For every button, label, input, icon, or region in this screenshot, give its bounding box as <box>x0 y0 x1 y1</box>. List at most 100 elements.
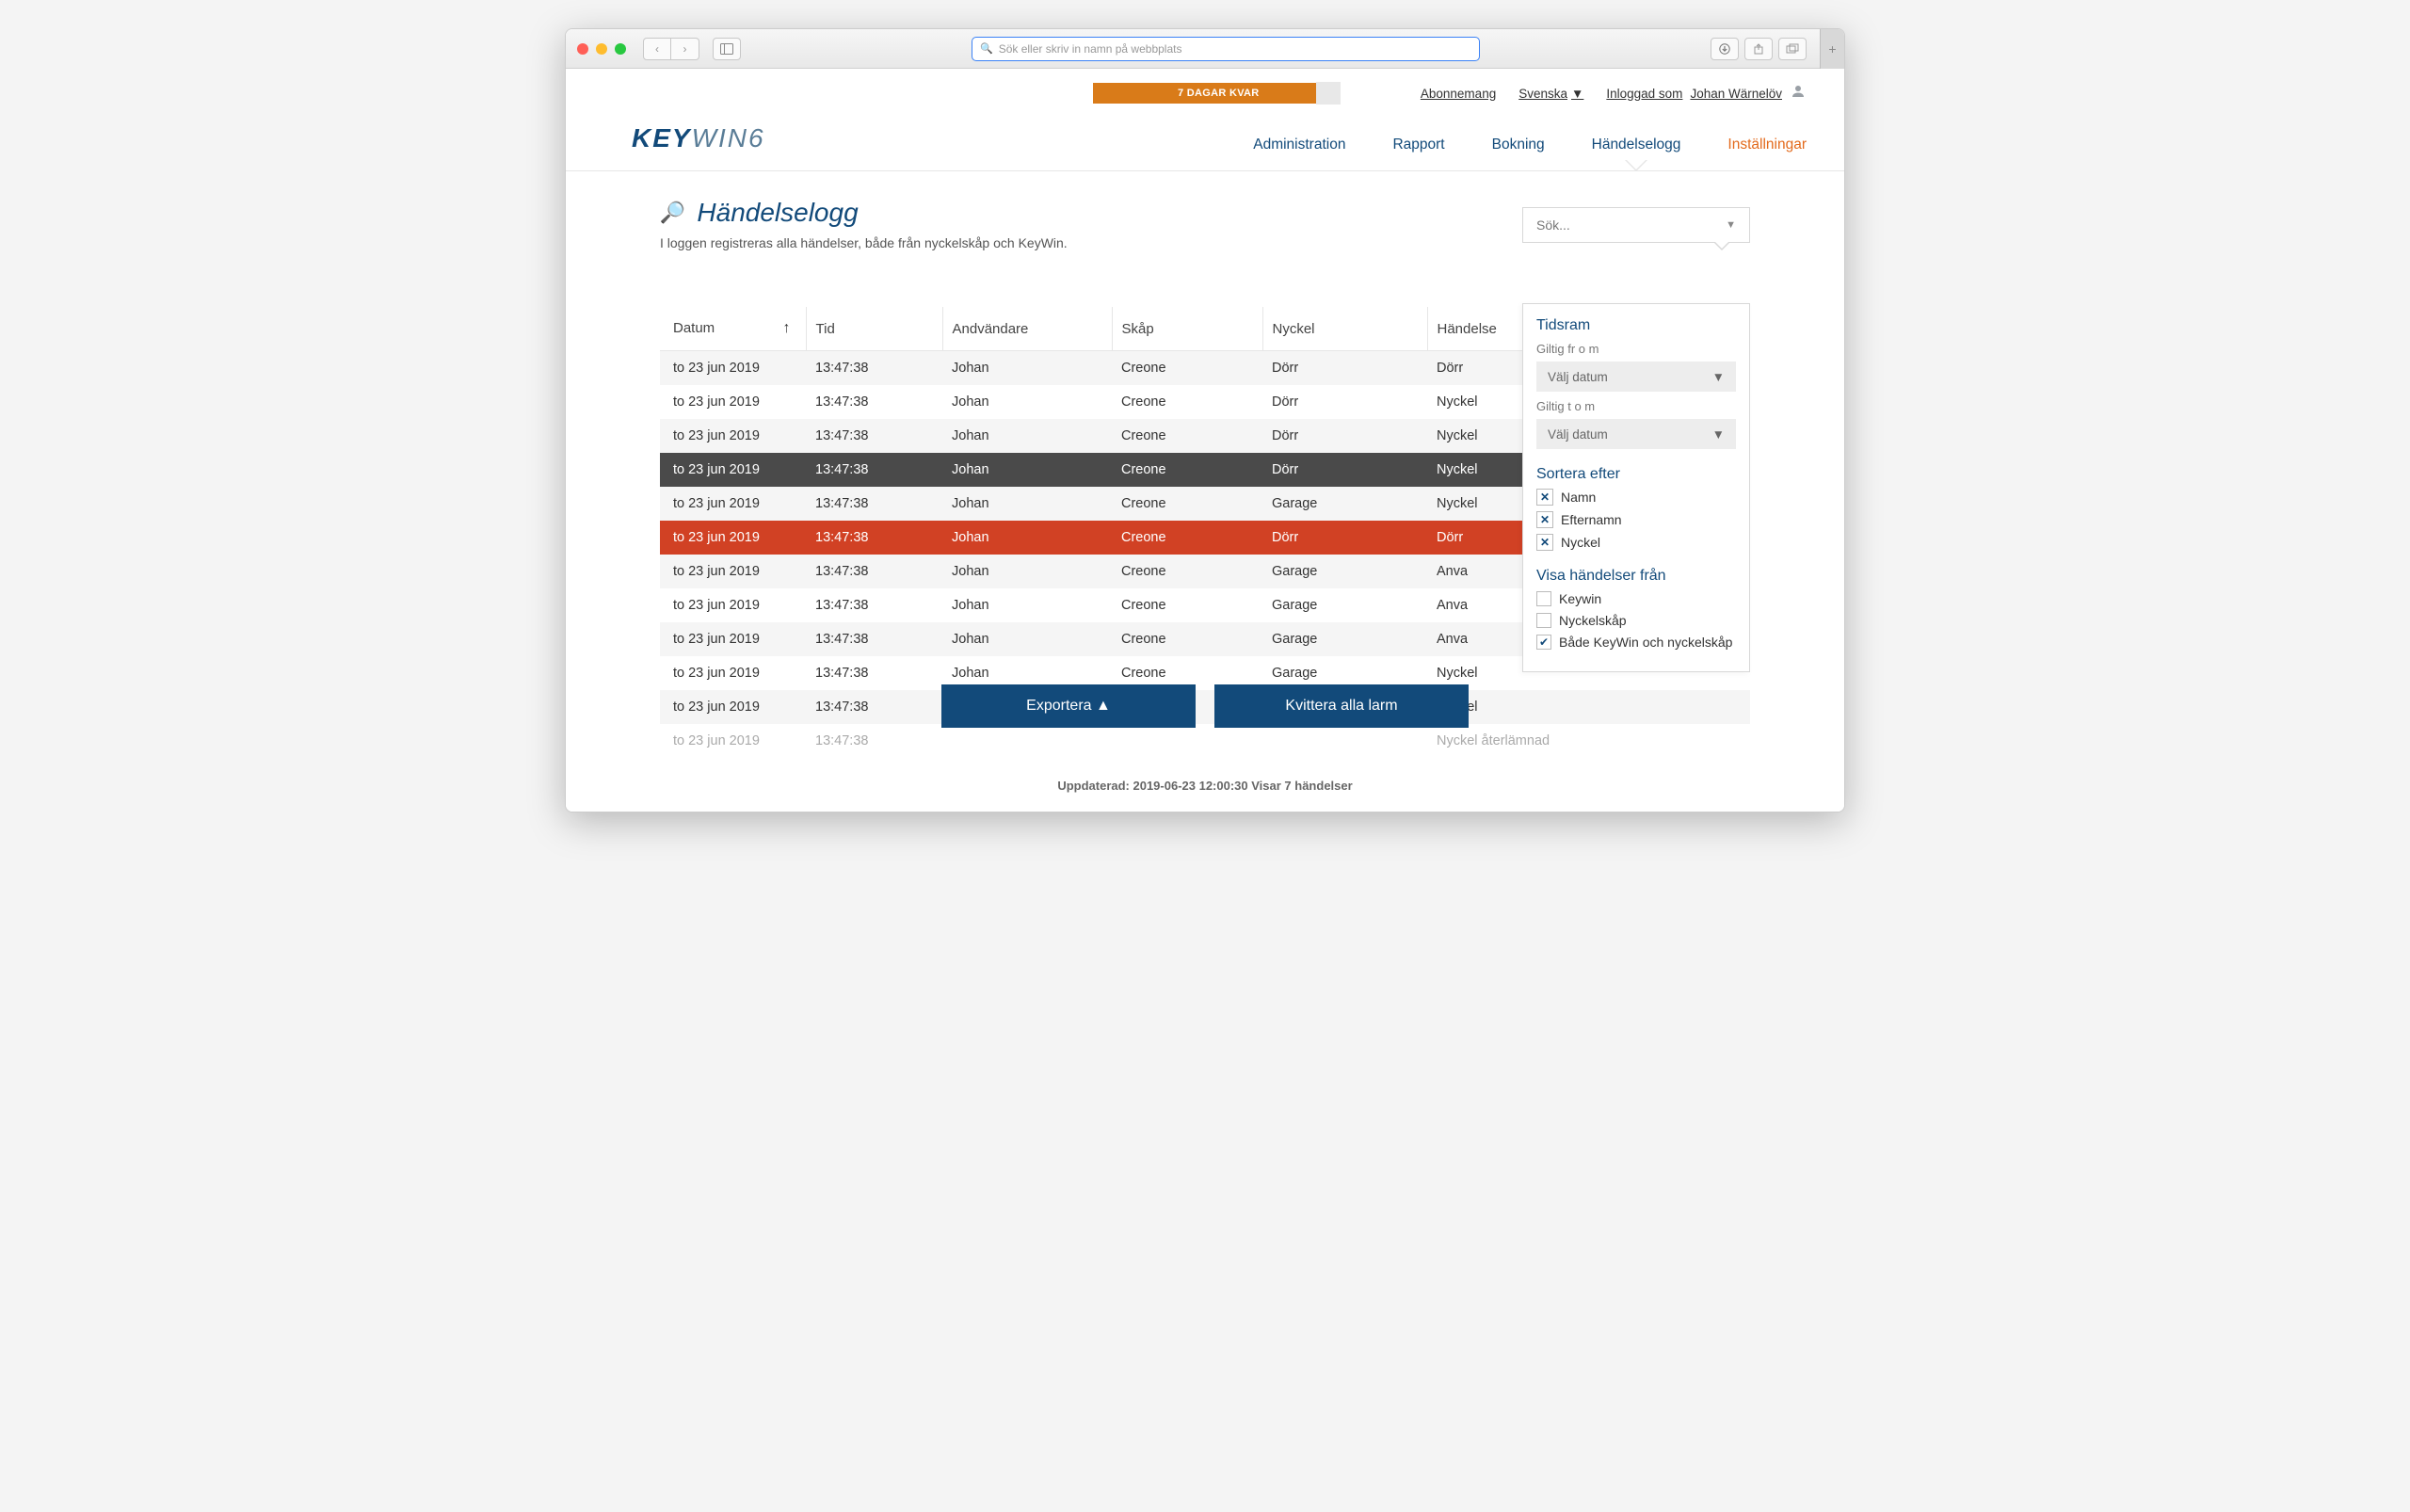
action-buttons: Exportera ▲ Kvittera alla larm <box>941 684 1469 728</box>
checkbox[interactable] <box>1536 591 1551 606</box>
language-select[interactable]: Svenska ▼ <box>1518 87 1583 101</box>
nav-rapport[interactable]: Rapport <box>1392 137 1444 153</box>
cell-datum: to 23 jun 2019 <box>660 385 806 419</box>
close-window-icon[interactable] <box>577 43 588 55</box>
cell-handelse: Nyckel <box>1427 690 1750 724</box>
cell-user: Johan <box>942 453 1112 487</box>
col-nyckel[interactable]: Nyckel <box>1262 307 1427 351</box>
date-from-select[interactable]: Välj datum ▼ <box>1536 362 1736 392</box>
cell-handelse: Nyckel återlämnad <box>1427 724 1750 758</box>
sort-chip-namn[interactable]: ✕ Namn <box>1536 489 1736 506</box>
cell-user: Johan <box>942 351 1112 386</box>
cell-tid: 13:47:38 <box>806 656 942 690</box>
checkbox[interactable] <box>1536 613 1551 628</box>
avatar-icon <box>1790 83 1807 105</box>
sort-chip-nyckel[interactable]: ✕ Nyckel <box>1536 534 1736 551</box>
cell-nyckel: Dörr <box>1262 351 1427 386</box>
share-button[interactable] <box>1744 38 1773 60</box>
source-option-nyckelskap[interactable]: Nyckelskåp <box>1536 613 1736 628</box>
minimize-window-icon[interactable] <box>596 43 607 55</box>
col-tid[interactable]: Tid <box>806 307 942 351</box>
forward-button[interactable]: › <box>671 38 699 60</box>
url-placeholder: Sök eller skriv in namn på webbplats <box>999 42 1182 56</box>
table-wrap: Datum↑ Tid Andvändare Skåp Nyckel Händel… <box>660 307 1750 758</box>
remove-chip-icon[interactable]: ✕ <box>1536 534 1553 551</box>
cell-user <box>942 724 1112 758</box>
source-label: Både KeyWin och nyckelskåp <box>1559 635 1732 650</box>
export-button[interactable]: Exportera ▲ <box>941 684 1196 728</box>
cell-skap: Creone <box>1112 453 1262 487</box>
filter-tidsram-title: Tidsram <box>1536 317 1736 334</box>
nav-bokning[interactable]: Bokning <box>1492 137 1545 153</box>
cell-skap: Creone <box>1112 588 1262 622</box>
col-andvandare[interactable]: Andvändare <box>942 307 1112 351</box>
cell-user: Johan <box>942 521 1112 555</box>
new-tab-button[interactable]: + <box>1820 29 1844 69</box>
browser-window: ‹ › 🔍 Sök eller skriv in namn på webbpla… <box>565 28 1845 812</box>
logo-bold: KEY <box>632 123 692 153</box>
header: KEYWIN6 Administration Rapport Bokning H… <box>566 114 1844 171</box>
cell-nyckel: Garage <box>1262 622 1427 656</box>
date-to-select[interactable]: Välj datum ▼ <box>1536 419 1736 449</box>
cell-skap: Creone <box>1112 555 1262 588</box>
nav-administration[interactable]: Administration <box>1253 137 1345 153</box>
logo-thin: WIN6 <box>692 123 765 153</box>
search-dropdown[interactable]: Sök... ▼ <box>1522 207 1750 243</box>
download-icon <box>1719 43 1730 55</box>
chevron-down-icon: ▼ <box>1571 87 1583 101</box>
cell-nyckel: Garage <box>1262 555 1427 588</box>
col-datum[interactable]: Datum↑ <box>660 307 806 351</box>
cell-datum: to 23 jun 2019 <box>660 487 806 521</box>
maximize-window-icon[interactable] <box>615 43 626 55</box>
tabs-button[interactable] <box>1778 38 1807 60</box>
cell-tid: 13:47:38 <box>806 622 942 656</box>
cell-nyckel: Dörr <box>1262 419 1427 453</box>
share-icon <box>1753 43 1764 55</box>
cell-tid: 13:47:38 <box>806 453 942 487</box>
cell-tid: 13:47:38 <box>806 690 942 724</box>
cell-skap: Creone <box>1112 622 1262 656</box>
cell-datum: to 23 jun 2019 <box>660 622 806 656</box>
col-skap[interactable]: Skåp <box>1112 307 1262 351</box>
nav-handelselogg[interactable]: Händelselogg <box>1592 137 1681 153</box>
filter-source-title: Visa händelser från <box>1536 568 1736 585</box>
cell-nyckel: Dörr <box>1262 453 1427 487</box>
back-button[interactable]: ‹ <box>643 38 671 60</box>
cell-skap: Creone <box>1112 385 1262 419</box>
chevron-down-icon: ▼ <box>1712 370 1725 384</box>
filter-sort-title: Sortera efter <box>1536 466 1736 483</box>
chevron-down-icon: ▼ <box>1726 219 1736 231</box>
date-from-placeholder: Välj datum <box>1548 370 1608 384</box>
filter-panel: Tidsram Giltig fr o m Välj datum ▼ Gilti… <box>1522 303 1750 672</box>
source-option-both[interactable]: Både KeyWin och nyckelskåp <box>1536 635 1736 650</box>
sort-chip-efternamn[interactable]: ✕ Efternamn <box>1536 511 1736 528</box>
cell-datum: to 23 jun 2019 <box>660 656 806 690</box>
content: 🔍 Händelselogg I loggen registreras alla… <box>566 171 1844 793</box>
tabs-icon <box>1786 43 1799 55</box>
history-nav: ‹ › <box>643 38 699 60</box>
cell-tid: 13:47:38 <box>806 521 942 555</box>
table-row[interactable]: to 23 jun 201913:47:38Nyckel återlämnad <box>660 724 1750 758</box>
page: 7 DAGAR KVAR Abonnemang Svenska ▼ Inlogg… <box>566 69 1844 812</box>
url-input[interactable]: 🔍 Sök eller skriv in namn på webbplats <box>972 37 1480 61</box>
sidebar-toggle-button[interactable] <box>713 38 741 60</box>
url-bar: 🔍 Sök eller skriv in namn på webbplats <box>748 37 1703 61</box>
logged-in-user[interactable]: Inloggad som Johan Wärnelöv <box>1606 83 1807 105</box>
sort-chip-label: Nyckel <box>1561 535 1600 550</box>
sort-chip-label: Namn <box>1561 490 1596 505</box>
search-placeholder: Sök... <box>1536 217 1570 233</box>
checkbox-checked[interactable] <box>1536 635 1551 650</box>
footer-status: Uppdaterad: 2019-06-23 12:00:30 Visar 7 … <box>660 779 1750 793</box>
remove-chip-icon[interactable]: ✕ <box>1536 511 1553 528</box>
remove-chip-icon[interactable]: ✕ <box>1536 489 1553 506</box>
magnifier-icon: 🔍 <box>660 201 685 225</box>
cell-user: Johan <box>942 622 1112 656</box>
nav-installningar[interactable]: Inställningar <box>1727 137 1807 153</box>
ack-alarms-button[interactable]: Kvittera alla larm <box>1214 684 1469 728</box>
source-option-keywin[interactable]: Keywin <box>1536 591 1736 606</box>
downloads-button[interactable] <box>1711 38 1739 60</box>
subscription-link[interactable]: Abonnemang <box>1421 87 1496 101</box>
sort-chip-label: Efternamn <box>1561 512 1622 527</box>
cell-datum: to 23 jun 2019 <box>660 724 806 758</box>
cell-nyckel <box>1262 724 1427 758</box>
